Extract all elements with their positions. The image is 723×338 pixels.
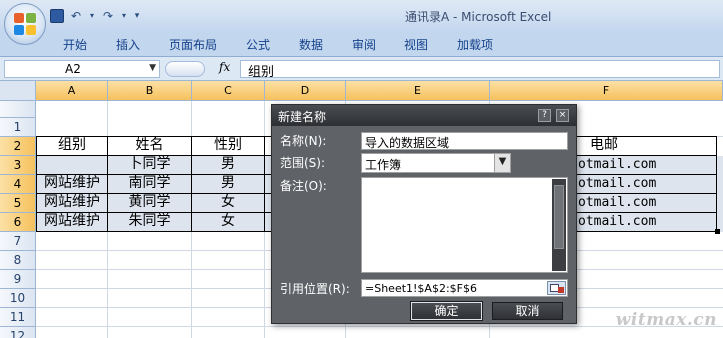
name-box-value: A2: [65, 62, 81, 76]
column-header-f[interactable]: F: [490, 81, 723, 101]
cell-c3[interactable]: 男: [192, 155, 264, 174]
new-name-dialog: 新建名称 ? × 名称(N): 导入的数据区域 范围(S): 工作簿 ▼ 备注(…: [271, 104, 577, 324]
column-header-d[interactable]: D: [265, 81, 346, 101]
column-header-c[interactable]: C: [192, 81, 265, 101]
tab-home[interactable]: 开始: [63, 36, 87, 53]
cell-b6[interactable]: 朱同学: [108, 212, 191, 231]
cell-b5[interactable]: 黄同学: [108, 193, 191, 212]
row-header-6[interactable]: 6: [0, 213, 36, 232]
row-header-8[interactable]: 8: [0, 251, 36, 270]
cell-f6[interactable]: otmail.com: [578, 212, 688, 231]
chevron-down-icon[interactable]: ▼: [149, 63, 156, 73]
row-header-9[interactable]: 9: [0, 270, 36, 289]
formula-input[interactable]: 组别: [240, 60, 720, 80]
cell-a6[interactable]: 网站维护: [37, 212, 107, 231]
office-logo-icon: [14, 13, 36, 35]
row-header-3[interactable]: 3: [0, 156, 36, 175]
row-header-4[interactable]: 4: [0, 175, 36, 194]
cell-b4[interactable]: 南同学: [108, 174, 191, 193]
column-header-a[interactable]: A: [36, 81, 108, 101]
name-label: 名称(N):: [280, 134, 327, 148]
cell-a2[interactable]: 组别: [37, 136, 107, 155]
row-header-12[interactable]: 12: [0, 327, 36, 338]
cell-b3[interactable]: 卜同学: [108, 155, 191, 174]
tab-insert[interactable]: 插入: [116, 36, 140, 53]
row-header-10[interactable]: 10: [0, 289, 36, 308]
column-header-b[interactable]: B: [108, 81, 192, 101]
dialog-title: 新建名称: [278, 110, 327, 124]
cell-c5[interactable]: 女: [192, 193, 264, 212]
redo-icon[interactable]: ↷: [100, 8, 116, 24]
formula-value: 组别: [248, 65, 275, 80]
refers-to-value: =Sheet1!$A$2:$F$6: [365, 282, 477, 295]
cell-a3[interactable]: [37, 155, 107, 174]
office-button[interactable]: [4, 3, 46, 45]
ok-button[interactable]: 确定: [410, 301, 483, 321]
comment-scrollbar[interactable]: [552, 179, 566, 271]
scrollbar-thumb[interactable]: [554, 185, 564, 249]
row-header-5[interactable]: 5: [0, 194, 36, 213]
cancel-button[interactable]: 取消: [492, 302, 563, 320]
cell-c6[interactable]: 女: [192, 212, 264, 231]
cell-c4[interactable]: 男: [192, 174, 264, 193]
fill-handle[interactable]: [715, 229, 720, 234]
cell-a5[interactable]: 网站维护: [37, 193, 107, 212]
redo-dropdown-icon[interactable]: ▾: [120, 8, 128, 24]
ribbon-tabs: 开始 插入 页面布局 公式 数据 审阅 视图 加载项: [0, 31, 723, 57]
cell-f3[interactable]: otmail.com: [578, 155, 688, 174]
chevron-down-icon[interactable]: ▼: [494, 154, 510, 172]
watermark: witmax.cn: [615, 310, 717, 330]
cell-a4[interactable]: 网站维护: [37, 174, 107, 193]
tab-view[interactable]: 视图: [404, 36, 428, 53]
scope-select-value: 工作簿: [365, 158, 402, 172]
select-all-corner[interactable]: [0, 81, 36, 101]
row-header-1[interactable]: 1: [0, 118, 36, 137]
collapse-dialog-icon[interactable]: [547, 281, 566, 295]
refers-to-label: 引用位置(R):: [280, 282, 350, 296]
help-icon[interactable]: ?: [538, 109, 551, 122]
row-header-11[interactable]: 11: [0, 308, 36, 327]
window-title: 通讯录A - Microsoft Excel: [405, 10, 552, 24]
scope-select[interactable]: 工作簿 ▼: [361, 153, 511, 173]
row-header-7[interactable]: 7: [0, 232, 36, 251]
cell-f5[interactable]: otmail.com: [578, 193, 688, 212]
quick-access-toolbar: ↶ ▾ ↷ ▾ ▾: [50, 6, 142, 26]
tab-review[interactable]: 审阅: [352, 36, 376, 53]
formula-bar: A2 ▼ fx 组别: [0, 57, 723, 81]
formula-bar-handle[interactable]: [165, 61, 205, 77]
title-bar: ↶ ▾ ↷ ▾ ▾ 通讯录A - Microsoft Excel: [0, 0, 723, 31]
table-border: [264, 136, 265, 232]
cell-c2[interactable]: 性别: [192, 136, 264, 155]
customize-toolbar-icon[interactable]: ▾: [132, 8, 142, 24]
tab-add-ins[interactable]: 加载项: [457, 36, 493, 53]
comment-label: 备注(O):: [280, 179, 327, 193]
tab-formulas[interactable]: 公式: [246, 36, 270, 53]
cell-b2[interactable]: 姓名: [108, 136, 191, 155]
refers-to-input[interactable]: =Sheet1!$A$2:$F$6: [361, 279, 568, 297]
name-input[interactable]: 导入的数据区域: [361, 132, 568, 150]
column-header-e[interactable]: E: [346, 81, 490, 101]
insert-function-icon[interactable]: fx: [219, 60, 230, 74]
dialog-title-bar: 新建名称 ? ×: [272, 105, 576, 126]
scope-label: 范围(S):: [280, 156, 326, 170]
tab-page-layout[interactable]: 页面布局: [169, 36, 217, 53]
save-icon[interactable]: [50, 9, 64, 23]
undo-icon[interactable]: ↶: [68, 8, 84, 24]
comment-textarea[interactable]: [361, 177, 568, 273]
tab-data[interactable]: 数据: [299, 36, 323, 53]
row-header-spacer: [0, 101, 36, 118]
row-header-2[interactable]: 2: [0, 137, 36, 156]
name-input-value: 导入的数据区域: [365, 136, 450, 150]
close-icon[interactable]: ×: [556, 109, 569, 122]
cell-f4[interactable]: otmail.com: [578, 174, 688, 193]
undo-dropdown-icon[interactable]: ▾: [88, 8, 96, 24]
name-box[interactable]: A2 ▼: [4, 60, 160, 78]
